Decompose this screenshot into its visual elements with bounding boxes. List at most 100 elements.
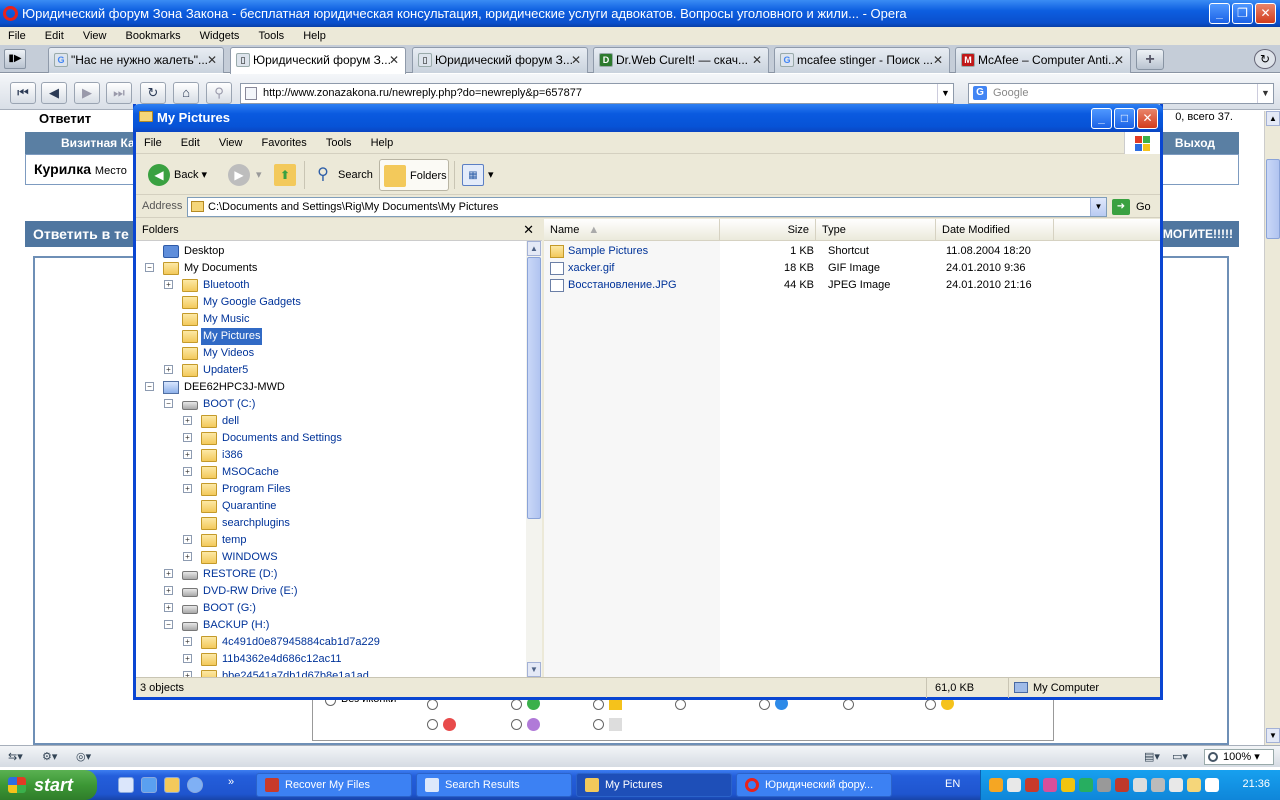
- scroll-up-icon[interactable]: ▲: [1266, 111, 1280, 126]
- tree-node[interactable]: − My Documents: [136, 260, 526, 277]
- tree-node[interactable]: + temp: [136, 532, 526, 549]
- expand-icon[interactable]: +: [183, 552, 192, 561]
- tree-node[interactable]: +11b4362e4d686c12ac11: [136, 651, 526, 668]
- tree-node[interactable]: + WINDOWS: [136, 549, 526, 566]
- menu-favorites[interactable]: Favorites: [254, 132, 315, 154]
- radio-icon[interactable]: [843, 699, 854, 710]
- minimize-button[interactable]: _: [1091, 108, 1112, 129]
- radio-icon[interactable]: [427, 719, 438, 730]
- language-indicator[interactable]: EN: [945, 778, 960, 790]
- tab-1[interactable]: G "Нас не нужно жалеть"... ✕: [48, 47, 224, 73]
- collapse-icon[interactable]: −: [164, 399, 173, 408]
- radio-icon[interactable]: [427, 699, 438, 710]
- wand-icon[interactable]: ⚲: [206, 82, 232, 104]
- collapse-icon[interactable]: −: [145, 263, 154, 272]
- quicklaunch-chevron-icon[interactable]: »: [228, 776, 234, 788]
- menu-file[interactable]: File: [0, 27, 34, 45]
- address-bar[interactable]: http://www.zonazakona.ru/newreply.php?do…: [240, 83, 954, 104]
- tray-icon[interactable]: [1133, 778, 1147, 792]
- menu-bookmarks[interactable]: Bookmarks: [118, 27, 189, 45]
- expand-icon[interactable]: +: [183, 450, 192, 459]
- menu-file[interactable]: File: [136, 132, 170, 154]
- tree-node[interactable]: + Program Files: [136, 481, 526, 498]
- column-date[interactable]: Date Modified: [936, 219, 1054, 241]
- tray-icon[interactable]: [1187, 778, 1201, 792]
- tray-icon[interactable]: [1025, 778, 1039, 792]
- column-name[interactable]: Name ▲: [544, 219, 720, 241]
- tab-close-icon[interactable]: ✕: [933, 48, 943, 72]
- radio-icon[interactable]: [593, 699, 604, 710]
- tray-icon[interactable]: [1079, 778, 1093, 792]
- scroll-down-icon[interactable]: ▼: [527, 662, 541, 677]
- network-icon[interactable]: [1151, 778, 1165, 792]
- mcafee-tray-icon[interactable]: [1115, 778, 1129, 792]
- tab-5[interactable]: G mcafee stinger - Поиск ... ✕: [774, 47, 950, 73]
- tray-icon[interactable]: [989, 778, 1003, 792]
- maximize-button[interactable]: □: [1114, 108, 1135, 129]
- scroll-thumb[interactable]: [1266, 159, 1280, 239]
- menu-help[interactable]: Help: [363, 132, 402, 154]
- reply-link[interactable]: Ответит: [39, 111, 91, 126]
- new-tab-button[interactable]: +: [1136, 49, 1164, 70]
- menu-widgets[interactable]: Widgets: [192, 27, 248, 45]
- tree-node[interactable]: + bbe24541a7db1d67b8e1a1ad: [136, 668, 526, 677]
- tab-6[interactable]: M McAfee – Computer Anti... ✕: [955, 47, 1131, 73]
- menu-tools[interactable]: Tools: [318, 132, 360, 154]
- tab-close-icon[interactable]: ✕: [207, 48, 217, 72]
- tab-close-icon[interactable]: ✕: [571, 48, 581, 72]
- radio-icon[interactable]: [511, 719, 522, 730]
- task-my-pictures[interactable]: My Pictures: [576, 773, 732, 797]
- tab-close-icon[interactable]: ✕: [1114, 48, 1124, 72]
- up-folder-button[interactable]: ⬆: [274, 159, 298, 191]
- close-pane-icon[interactable]: ✕: [523, 219, 534, 241]
- menu-view[interactable]: View: [75, 27, 115, 45]
- zoom-control[interactable]: 100% ▾: [1204, 749, 1274, 765]
- scroll-down-icon[interactable]: ▼: [1266, 728, 1280, 743]
- menu-help[interactable]: Help: [295, 27, 334, 45]
- views-button[interactable]: ▦ ▾: [460, 159, 496, 191]
- chevron-down-icon[interactable]: ▼: [1257, 84, 1273, 103]
- expand-icon[interactable]: +: [164, 280, 173, 289]
- internet-explorer-icon[interactable]: [141, 777, 157, 793]
- expand-icon[interactable]: +: [183, 535, 192, 544]
- home-icon[interactable]: ⌂: [173, 82, 199, 104]
- expand-icon[interactable]: +: [183, 467, 192, 476]
- radio-icon[interactable]: [675, 699, 686, 710]
- page-scrollbar[interactable]: ▲ ▼: [1264, 111, 1280, 745]
- expand-icon[interactable]: +: [183, 484, 192, 493]
- section-title[interactable]: Курилка: [34, 161, 91, 177]
- forward-arrow-icon[interactable]: ▶: [74, 82, 100, 104]
- file-row[interactable]: Sample Pictures 1 KB Shortcut 11.08.2004 18…: [544, 243, 1160, 260]
- tree-node[interactable]: + i386: [136, 447, 526, 464]
- close-button[interactable]: ✕: [1255, 3, 1276, 24]
- tab-close-icon[interactable]: ✕: [389, 48, 399, 72]
- minimize-button[interactable]: _: [1209, 3, 1230, 24]
- radio-icon[interactable]: [925, 699, 936, 710]
- expand-icon[interactable]: +: [164, 365, 173, 374]
- view-icon[interactable]: ▭▾: [1172, 750, 1188, 763]
- proxy-icon[interactable]: ⚙▾: [42, 750, 57, 763]
- file-row[interactable]: xacker.gif 18 KB GIF Image 24.01.2010 9:36: [544, 260, 1160, 277]
- expand-icon[interactable]: +: [164, 569, 173, 578]
- tab-3[interactable]: ▯ Юридический форум З... ✕: [412, 47, 588, 73]
- tree-node[interactable]: − BACKUP (H:): [136, 617, 526, 634]
- restore-button[interactable]: ❐: [1232, 3, 1253, 24]
- panel-toggle-icon[interactable]: ▮▶: [4, 49, 26, 69]
- address-input[interactable]: C:\Documents and Settings\Rig\My Documen…: [187, 197, 1107, 217]
- transfer-icon[interactable]: ⇆▾: [8, 750, 23, 763]
- tab-2-active[interactable]: ▯ Юридический форум З... ✕: [230, 47, 406, 74]
- expand-icon[interactable]: +: [183, 637, 192, 646]
- tree-node[interactable]: My Music: [136, 311, 526, 328]
- tree-node[interactable]: + RESTORE (D:): [136, 566, 526, 583]
- expand-icon[interactable]: +: [164, 603, 173, 612]
- tree-node[interactable]: searchplugins: [136, 515, 526, 532]
- tray-icon[interactable]: [1061, 778, 1075, 792]
- task-opera-forum[interactable]: Юридический фору...: [736, 773, 892, 797]
- tree-node[interactable]: My Pictures: [136, 328, 526, 345]
- back-button[interactable]: ◀ Back ▾: [146, 159, 216, 191]
- scroll-up-icon[interactable]: ▲: [527, 241, 541, 256]
- chevron-down-icon[interactable]: ▼: [937, 84, 953, 103]
- tree-node[interactable]: +4c491d0e87945884cab1d7a229: [136, 634, 526, 651]
- task-recover-my-files[interactable]: Recover My Files: [256, 773, 412, 797]
- expand-icon[interactable]: +: [164, 586, 173, 595]
